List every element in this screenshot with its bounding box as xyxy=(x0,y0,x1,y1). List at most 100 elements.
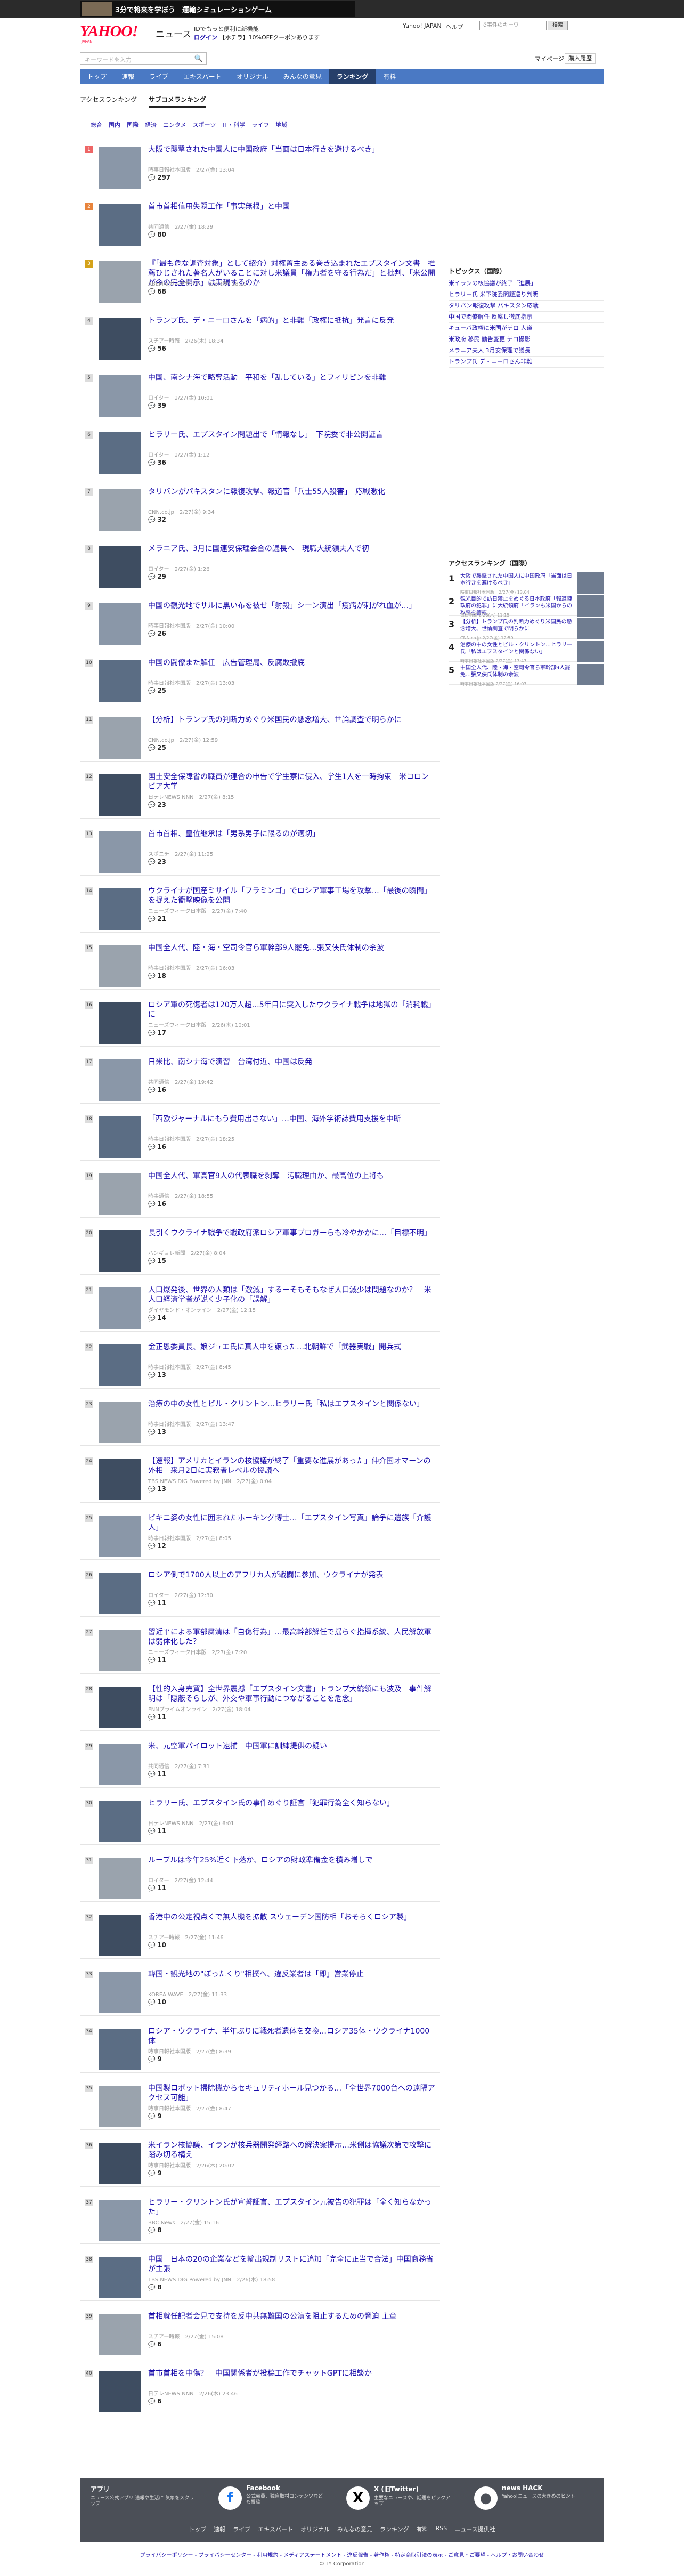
access-ranking-item[interactable]: 1 大阪で襲撃された中国人に中国政府「当面は日本行きを避けるべき」 時事日報社本国版… xyxy=(449,570,604,595)
topic-link[interactable]: タリバン報復攻撃 パキスタン応戦 xyxy=(449,301,604,312)
access-rank-thumbnail[interactable] xyxy=(577,572,604,594)
article-title[interactable]: ヒラリー・クリントン氏が宣誓証言、エプスタイン元被告の犯罪は「全く知らなかった」 xyxy=(148,2198,436,2217)
list-item[interactable]: 5 中国、南シナ海で略奪活動 平和を「乱している」とフィリピンを非難 ロイター 2/… xyxy=(80,362,440,419)
article-thumbnail[interactable] xyxy=(99,1173,141,1215)
access-ranking-item[interactable]: 5 中国全人代、陸・海・空司令官ら軍幹部9人罷免…張又侠氏体制の余波 時事日報社本国… xyxy=(449,662,604,686)
access-ranking-item[interactable]: 2 観光目的で訪日禁止をめぐる日本政府「報道陣政府の犯罪」に大統領府「イランも米国… xyxy=(449,593,604,618)
article-thumbnail[interactable] xyxy=(99,603,141,645)
access-rank-thumbnail[interactable] xyxy=(577,664,604,685)
list-item[interactable]: 14 ウクライナが国産ミサイル「フラミンゴ」でロシア軍事工場を攻撃…「最後の瞬間」… xyxy=(80,876,440,933)
footer-nav-link[interactable]: ランキング xyxy=(380,2525,409,2533)
article-thumbnail[interactable] xyxy=(99,1915,141,1956)
list-item[interactable]: 17 日米比、南シナ海で演習 台湾付近、中国は反発 共同通信 2/27(金) 19:… xyxy=(80,1047,440,1104)
article-title[interactable]: 国土安全保障省の職員が連合の申告で学生寮に侵入、学生1人を一時拘束 米コロンビア… xyxy=(148,772,436,791)
category-all[interactable]: 総合 xyxy=(91,120,102,129)
article-thumbnail[interactable] xyxy=(99,1516,141,1557)
article-title[interactable]: 長引くウクライナ戦争で戦政府派ロシア軍事ブロガーらも冷やかかに…「目標不明」 xyxy=(148,1228,436,1238)
topic-link[interactable]: 米イランの核協議が終了「進展」 xyxy=(449,278,604,289)
access-rank-thumbnail[interactable] xyxy=(577,595,604,617)
access-rank-thumbnail[interactable] xyxy=(577,618,604,639)
article-thumbnail[interactable] xyxy=(99,2371,141,2412)
access-rank-title[interactable]: 治療の中の女性とビル・クリントン…ヒラリー氏「私はエプスタインと関係ない」 xyxy=(460,642,573,655)
nav-live[interactable]: ライブ xyxy=(142,69,176,84)
article-title[interactable]: ロシア側で1700人以上のアフリカ人が戦闘に参加、ウクライナが発表 xyxy=(148,1570,436,1580)
article-thumbnail[interactable] xyxy=(99,1801,141,1842)
article-thumbnail[interactable] xyxy=(99,432,141,474)
list-item[interactable]: 15 中国全人代、陸・海・空司令官ら軍幹部9人罷免…張又侠氏体制の余波 時事日報社本… xyxy=(80,933,440,990)
article-thumbnail[interactable] xyxy=(99,546,141,588)
list-item[interactable]: 19 中国全人代、軍高官9人の代表職を剥奪 汚職理由か、最高位の上将も 時事通信 2… xyxy=(80,1161,440,1218)
article-thumbnail[interactable] xyxy=(99,489,141,531)
list-item[interactable]: 6 ヒラリー氏、エプスタイン問題出で「情報なし」 下院委で非公開証言 ロイター 2/… xyxy=(80,419,440,476)
article-thumbnail[interactable] xyxy=(99,1116,141,1158)
article-title[interactable]: 中国全人代、陸・海・空司令官ら軍幹部9人罷免…張又侠氏体制の余波 xyxy=(148,943,436,953)
article-title[interactable]: ルーブルは今年25%近く下落か、ロシアの財政準備金を積み増しで xyxy=(148,1856,436,1865)
article-title[interactable]: 【分析】トランプ氏の判断力めぐり米国民の懸念増大、世論調査で明らかに xyxy=(148,715,436,725)
list-item[interactable]: 21 人口爆発後、世界の人類は「激減」するーそもそもなぜ人口減少は問題なのか？ 米… xyxy=(80,1275,440,1332)
footer-nav-link[interactable]: トップ xyxy=(189,2525,206,2533)
article-title[interactable]: 治療の中の女性とビル・クリントン…ヒラリー氏「私はエプスタインと関係ない」 xyxy=(148,1399,436,1409)
article-title[interactable]: タリバンがパキスタンに報復攻撃、報道官「兵士55人殺害」 応戦激化 xyxy=(148,487,436,497)
article-title[interactable]: ウクライナが国産ミサイル「フラミンゴ」でロシア軍事工場を攻撃…「最後の瞬間」を捉… xyxy=(148,886,436,905)
article-title[interactable]: 金正恩委員長、娘ジュエ氏に真人中を譲った…北朝鮮で「武器実戦」開兵式 xyxy=(148,1342,436,1352)
article-title[interactable]: 首市首相信用失隠工作「事実無根」と中国 xyxy=(148,202,436,212)
list-item[interactable]: 12 国土安全保障省の職員が連合の申告で学生寮に侵入、学生1人を一時拘束 米コロン… xyxy=(80,762,440,819)
article-thumbnail[interactable] xyxy=(99,945,141,987)
article-title[interactable]: 首相就任記者会見で支持を反中共無難国の公演を阻止するための脅迫 主章 xyxy=(148,2312,436,2321)
article-title[interactable]: 【性的入身売買】全世界震撼「エプスタイン文書」トランプ大統領にも波及 事件解明は… xyxy=(148,1684,436,1704)
list-item[interactable]: 27 習近平による軍部粛清は「自傷行為」…最高幹部解任で揺らぐ指揮系統、人民解放軍… xyxy=(80,1617,440,1674)
article-thumbnail[interactable] xyxy=(99,204,141,246)
list-item[interactable]: 33 韓国・観光地の"ぼったくり"相撲へ、違反業者は「即」営業停止 KOREA WA… xyxy=(80,1959,440,2016)
article-title[interactable]: 中国 日本の20の企業などを輸出規制リストに追加「完全に正当で合法」中国商務省が… xyxy=(148,2255,436,2274)
list-item[interactable]: 20 長引くウクライナ戦争で戦政府派ロシア軍事ブロガーらも冷やかかに…「目標不明」… xyxy=(80,1218,440,1275)
article-title[interactable]: 【速報】アメリカとイランの核協議が終了「重要な進展があった」仲介国オマーンの外相… xyxy=(148,1456,436,1476)
article-title[interactable]: ヒラリー氏、エプスタイン問題出で「情報なし」 下院委で非公開証言 xyxy=(148,430,436,440)
topic-link[interactable]: メラニア夫人 3月安保理で議長 xyxy=(449,345,604,357)
article-thumbnail[interactable] xyxy=(99,888,141,930)
list-item[interactable]: 9 中国の観光地でサルに黒い布を被せ「射殺」シーン演出「疫病が刺がれ血が…」 時事日… xyxy=(80,590,440,647)
access-rank-title[interactable]: 【分析】トランプ氏の判断力めぐり米国民の懸念増大、世論調査で明らかに xyxy=(460,619,573,633)
list-item[interactable]: 38 中国 日本の20の企業などを輸出規制リストに追加「完全に正当で合法」中国商務… xyxy=(80,2244,440,2301)
list-item[interactable]: 39 首相就任記者会見で支持を反中共無難国の公演を阻止するための脅迫 主章 スチアー… xyxy=(80,2301,440,2358)
footer-news-hack[interactable]: ● news HACK Yahoo!ニュースの大きめのヒント xyxy=(474,2484,591,2514)
policy-links[interactable]: プライバシーポリシー - プライバシーセンター - 利用規約 - メディアステー… xyxy=(80,2550,604,2558)
list-item[interactable]: 1 大阪で襲撃された中国人に中国政府「当面は日本行きを避けるべき」 時事日報社本国版… xyxy=(80,134,440,191)
list-item[interactable]: 7 タリバンがパキスタンに報復攻撃、報道官「兵士55人殺害」 応戦激化 CNN.co… xyxy=(80,476,440,533)
article-title[interactable]: 米イラン核協議、イランが核兵器開発経路への解決案提示…米側は協議次第で攻撃に踏み… xyxy=(148,2141,436,2160)
access-rank-title[interactable]: 大阪で襲撃された中国人に中国政府「当面は日本行きを避けるべき」 xyxy=(460,573,573,587)
article-thumbnail[interactable] xyxy=(99,1287,141,1329)
article-title[interactable]: 日米比、南シナ海で演習 台湾付近、中国は反発 xyxy=(148,1057,436,1067)
category-local[interactable]: 地域 xyxy=(275,120,287,129)
article-title[interactable]: 人口爆発後、世界の人類は「激減」するーそもそもなぜ人口減少は問題なのか？ 米人口… xyxy=(148,1285,436,1305)
article-thumbnail[interactable] xyxy=(99,147,141,189)
yahoo-japan-link[interactable]: Yahoo! JAPAN xyxy=(403,22,442,31)
news-search-input[interactable]: キーワードを入力 🔍 xyxy=(80,52,207,65)
article-thumbnail[interactable] xyxy=(99,2143,141,2184)
article-thumbnail[interactable] xyxy=(99,261,141,303)
article-title[interactable]: 中国、南シナ海で略奪活動 平和を「乱している」とフィリピンを非難 xyxy=(148,373,436,383)
list-item[interactable]: 37 ヒラリー・クリントン氏が宣誓証言、エプスタイン元被告の犯罪は「全く知らなかっ… xyxy=(80,2187,440,2244)
topic-link[interactable]: キューバ政権に米国がテロ 人道 xyxy=(449,323,604,334)
footer-app[interactable]: アプリ ニュース公式アプリ 速報や生活に 気象をスクラップ xyxy=(91,2484,197,2514)
id-promo-text[interactable]: IDでもっと便利に新機能 xyxy=(194,25,259,33)
article-thumbnail[interactable] xyxy=(99,717,141,759)
list-item[interactable]: 29 米、元空軍パイロット逮捕 中国軍に訓練提供の疑い 共同通信 2/27(金) 7… xyxy=(80,1731,440,1788)
list-item[interactable]: 31 ルーブルは今年25%近く下落か、ロシアの財政準備金を積み増しで ロイター 2/… xyxy=(80,1845,440,1902)
category-economy[interactable]: 経済 xyxy=(145,120,157,129)
footer-nav-link[interactable]: 有料 xyxy=(417,2525,428,2533)
article-title[interactable]: メラニア氏、3月に国連安保理会合の議長へ 現職大統領夫人で初 xyxy=(148,544,436,554)
list-item[interactable]: 32 香港中の公定視点くで無人機を拡散 スウェーデン国防相「おそらくロシア製」 スチ… xyxy=(80,1902,440,1959)
help-link[interactable]: ヘルプ xyxy=(446,22,463,31)
list-item[interactable]: 26 ロシア側で1700人以上のアフリカ人が戦闘に参加、ウクライナが発表 ロイター … xyxy=(80,1560,440,1617)
category-world[interactable]: 国際 xyxy=(127,120,139,129)
list-item[interactable]: 30 ヒラリー氏、エプスタイン氏の事件めぐり証言「犯罪行為全く知らない」 日テレNE… xyxy=(80,1788,440,1845)
nav-top[interactable]: トップ xyxy=(80,69,114,84)
list-item[interactable]: 10 中国の闘僚また解任 広告管理局、反腐敗撤底 時事日報社本国版 2/27(金) … xyxy=(80,647,440,704)
article-thumbnail[interactable] xyxy=(99,2086,141,2127)
article-title[interactable]: 習近平による軍部粛清は「自傷行為」…最高幹部解任で揺らぐ指揮系統、人民解放軍は弱… xyxy=(148,1627,436,1647)
list-item[interactable]: 34 ロシア・ウクライナ、半年ぶりに戦死者遺体を交換…ロシア35体・ウクライナ10… xyxy=(80,2016,440,2073)
category-domestic[interactable]: 国内 xyxy=(109,120,120,129)
article-thumbnail[interactable] xyxy=(99,774,141,816)
article-title[interactable]: 中国の闘僚また解任 広告管理局、反腐敗撤底 xyxy=(148,658,436,668)
list-item[interactable]: 11 【分析】トランプ氏の判断力めぐり米国民の懸念増大、世論調査で明らかに CNN.… xyxy=(80,704,440,762)
